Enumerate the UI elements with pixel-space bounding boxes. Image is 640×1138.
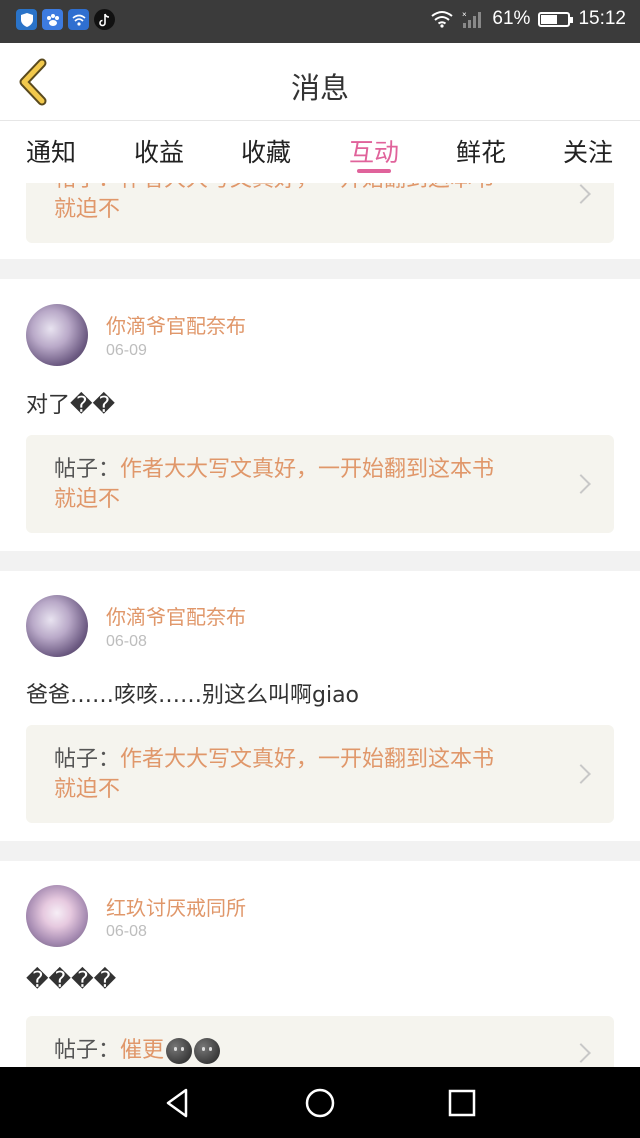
post-reference[interactable]: 帖子：作者大大写文真好，一开始翻到这本书 就迫不 — [26, 183, 614, 243]
message-text: 爸爸……咳咳……别这么叫啊giao — [26, 683, 360, 708]
post-title: 作者大大写文真好，一开始翻到这本书 — [120, 747, 495, 772]
page-title: 消息 — [290, 71, 349, 105]
wifi-app-icon — [68, 9, 89, 30]
tab-earnings[interactable]: 收益 — [119, 133, 199, 169]
message-list[interactable]: 帖子：作者大大写文真好，一开始翻到这本书 就迫不 你滴爷官配奈布 06-09 对… — [0, 183, 640, 1067]
nav-recents-icon[interactable] — [444, 1085, 480, 1121]
post-reference[interactable]: 帖子：催更 — [26, 1016, 614, 1067]
tab-favorites[interactable]: 收藏 — [226, 133, 306, 169]
list-item: 你滴爷官配奈布 06-09 对了�� 帖子：作者大大写文真好，一开始翻到这本书 … — [0, 279, 640, 551]
battery-percent: 61% — [492, 8, 531, 29]
message-date: 06-08 — [106, 923, 147, 940]
svg-text:×: × — [462, 10, 467, 19]
avatar[interactable] — [26, 304, 88, 366]
message-text: 对了�� — [26, 393, 116, 418]
nav-back-icon[interactable] — [160, 1085, 196, 1121]
tab-bar: 通知 收益 收藏 互动 鲜花 关注 — [0, 121, 640, 183]
chevron-right-icon — [571, 1043, 591, 1063]
message-date: 06-08 — [106, 633, 147, 650]
shield-app-icon — [16, 9, 37, 30]
post-label: 帖子： — [54, 747, 121, 772]
chevron-right-icon — [571, 764, 591, 784]
username[interactable]: 你滴爷官配奈布 — [106, 601, 246, 630]
username[interactable]: 你滴爷官配奈布 — [106, 310, 246, 339]
tab-following[interactable]: 关注 — [548, 133, 628, 169]
post-reference[interactable]: 帖子：作者大大写文真好，一开始翻到这本书 就迫不 — [26, 725, 614, 823]
notification-icons — [16, 9, 115, 30]
avatar[interactable] — [26, 885, 88, 947]
avatar[interactable] — [26, 595, 88, 657]
post-title: 帖子：作者大大写文真好，一开始翻到这本书 — [54, 183, 564, 195]
list-item: 红玖讨厌戒同所 06-08 ���� 帖子：催更 — [0, 861, 640, 1067]
smiley-emoji-icon — [194, 1038, 221, 1064]
tiktok-app-icon — [94, 9, 115, 30]
list-item: 帖子：作者大大写文真好，一开始翻到这本书 就迫不 — [0, 183, 640, 259]
post-title: 就迫不 — [54, 487, 121, 512]
post-label: 帖子： — [54, 457, 121, 482]
nav-home-icon[interactable] — [302, 1085, 338, 1121]
signal-icon: × — [462, 10, 482, 28]
smiley-emoji-icon — [166, 1038, 193, 1064]
chevron-right-icon — [571, 474, 591, 494]
header-bar: 消息 — [0, 43, 640, 121]
post-title: 作者大大写文真好，一开始翻到这本书 — [120, 457, 495, 482]
wifi-icon — [431, 11, 454, 28]
tab-interaction[interactable]: 互动 — [334, 133, 414, 169]
list-item: 你滴爷官配奈布 06-08 爸爸……咳咳……别这么叫啊giao 帖子：作者大大写… — [0, 571, 640, 841]
chevron-right-icon — [571, 184, 591, 204]
tab-flowers[interactable]: 鲜花 — [441, 133, 521, 169]
navigation-bar — [0, 1067, 640, 1138]
status-bar: × 61% 15:12 — [0, 0, 640, 43]
username[interactable]: 红玖讨厌戒同所 — [106, 892, 246, 921]
system-status: × 61% 15:12 — [430, 8, 626, 30]
message-date: 06-09 — [106, 342, 147, 359]
message-text: ���� — [26, 968, 117, 993]
battery-icon — [538, 11, 574, 27]
paw-app-icon — [42, 9, 63, 30]
post-title: 催更 — [120, 1038, 165, 1063]
post-reference[interactable]: 帖子：作者大大写文真好，一开始翻到这本书 就迫不 — [26, 435, 614, 533]
active-tab-indicator — [357, 169, 391, 173]
clock: 15:12 — [578, 8, 626, 29]
post-label: 帖子： — [54, 1038, 121, 1063]
post-title: 就迫不 — [54, 777, 121, 802]
tab-notifications[interactable]: 通知 — [11, 133, 91, 169]
post-title: 就迫不 — [54, 197, 121, 222]
